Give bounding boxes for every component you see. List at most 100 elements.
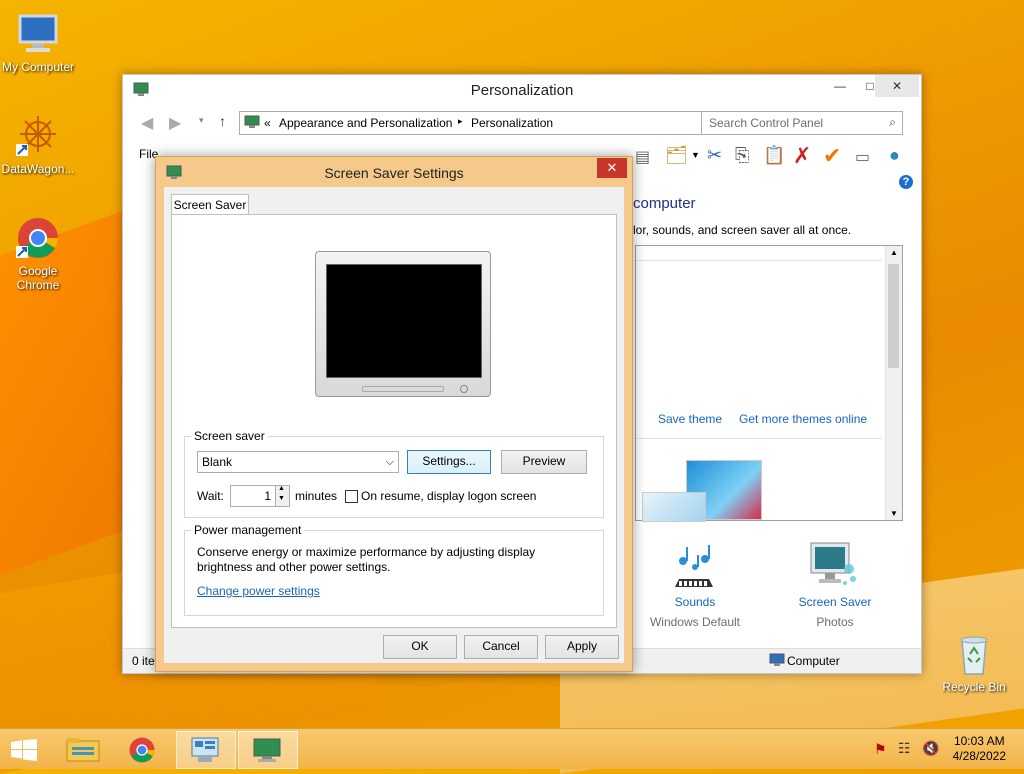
network-icon[interactable]: ☷ bbox=[898, 740, 911, 757]
dialog-body: Screen Saver Screen saver Blank ⌵ Settin… bbox=[164, 187, 624, 663]
group-label: Screen saver bbox=[191, 429, 268, 443]
chrome-icon bbox=[14, 214, 62, 262]
action-center-flag-icon[interactable]: ⚑ bbox=[874, 741, 887, 758]
breadcrumb-overflow[interactable]: « bbox=[264, 116, 271, 130]
recent-pages-icon[interactable]: ▾ bbox=[199, 115, 204, 126]
scroll-thumb[interactable] bbox=[888, 264, 899, 368]
volume-muted-icon[interactable]: 🔇 bbox=[922, 740, 939, 757]
desktop-icon-recycle-bin[interactable]: Recycle Bin bbox=[936, 630, 1012, 694]
checkmark-icon[interactable]: ✔ bbox=[823, 143, 841, 169]
scrollbar[interactable]: ▲ ▼ bbox=[885, 246, 902, 520]
settings-button[interactable]: Settings... bbox=[407, 450, 491, 474]
copy-icon[interactable]: ⎘ bbox=[735, 145, 749, 166]
tab-screen-saver[interactable]: Screen Saver bbox=[171, 194, 249, 215]
taskbar-chrome[interactable] bbox=[114, 731, 172, 767]
chevron-down-icon[interactable]: ▼ bbox=[691, 150, 700, 160]
computer-icon bbox=[14, 10, 62, 58]
breadcrumb-item[interactable]: Personalization bbox=[471, 116, 553, 130]
wait-label: Wait: bbox=[197, 489, 224, 503]
power-led-icon bbox=[460, 385, 468, 393]
tab-panel: Screen saver Blank ⌵ Settings... Preview… bbox=[171, 214, 617, 628]
preview-button[interactable]: Preview bbox=[501, 450, 587, 474]
minimize-button[interactable]: — bbox=[825, 75, 855, 97]
desktop-icon-datawagon[interactable]: DataWagon... bbox=[0, 112, 76, 176]
clock-date: 4/28/2022 bbox=[952, 749, 1006, 763]
taskbar-screen-saver-settings[interactable] bbox=[238, 731, 298, 769]
screen-saver-select[interactable]: Blank ⌵ bbox=[197, 451, 399, 473]
search-placeholder: Search Control Panel bbox=[709, 116, 824, 130]
desktop-icon-label: My Computer bbox=[1, 60, 75, 74]
page-description: lor, sounds, and screen saver all at onc… bbox=[633, 223, 852, 237]
windows-logo-icon bbox=[11, 739, 37, 761]
search-icon[interactable]: ⌕ bbox=[889, 115, 896, 130]
properties-icon[interactable]: 🗂 bbox=[665, 145, 688, 166]
spin-down-icon[interactable]: ▼ bbox=[278, 495, 285, 502]
close-button[interactable]: ✕ bbox=[875, 75, 919, 97]
divider bbox=[636, 438, 882, 439]
screen-saver-icon[interactable] bbox=[809, 539, 859, 592]
monitor-base bbox=[362, 386, 444, 392]
forward-arrow-icon[interactable]: ▶ bbox=[169, 113, 181, 133]
sounds-icon[interactable] bbox=[669, 539, 719, 592]
cut-icon[interactable]: ✂ bbox=[707, 145, 722, 166]
status-zone: Computer bbox=[787, 654, 840, 668]
wait-minutes-input[interactable]: 1 bbox=[230, 485, 276, 507]
wait-spinner[interactable]: ▲ ▼ bbox=[275, 485, 290, 507]
breadcrumb-item[interactable]: Appearance and Personalization bbox=[279, 116, 452, 130]
spin-up-icon[interactable]: ▲ bbox=[278, 485, 285, 492]
monitor-preview bbox=[315, 251, 491, 397]
taskbar-file-explorer[interactable] bbox=[54, 731, 112, 767]
help-icon[interactable]: ? bbox=[899, 175, 913, 189]
screen-saver-group: Screen saver Blank ⌵ Settings... Preview… bbox=[184, 429, 604, 518]
start-button[interactable] bbox=[10, 739, 38, 764]
clock-time: 10:03 AM bbox=[953, 734, 1005, 748]
desktop-icon-label: Recycle Bin bbox=[942, 680, 1006, 694]
system-clock[interactable]: 10:03 AM 4/28/2022 bbox=[953, 734, 1006, 764]
scroll-up-icon[interactable]: ▲ bbox=[890, 248, 898, 257]
desktop-icon-my-computer[interactable]: My Computer bbox=[0, 10, 76, 74]
scroll-down-icon[interactable]: ▼ bbox=[890, 509, 898, 518]
window-title: Personalization bbox=[470, 82, 574, 99]
screen-saver-value: Photos bbox=[816, 615, 854, 629]
theme-thumbnail[interactable] bbox=[642, 492, 706, 522]
taskbar-control-panel[interactable] bbox=[176, 731, 236, 769]
back-arrow-icon[interactable]: ◀ bbox=[141, 113, 153, 133]
screen-preview bbox=[326, 264, 482, 378]
view-icon[interactable]: ▤ bbox=[635, 147, 650, 167]
get-more-themes-link[interactable]: Get more themes online bbox=[739, 412, 867, 426]
cancel-button[interactable]: Cancel bbox=[464, 635, 538, 659]
sounds-link[interactable]: Sounds bbox=[655, 595, 735, 609]
save-theme-link[interactable]: Save theme bbox=[658, 412, 722, 426]
datawagon-icon bbox=[14, 112, 62, 160]
search-input[interactable]: Search Control Panel ⌕ bbox=[701, 111, 903, 135]
page-heading: computer bbox=[633, 195, 696, 212]
paste-icon[interactable]: 📋 bbox=[763, 145, 785, 166]
ok-button[interactable]: OK bbox=[383, 635, 457, 659]
control-panel-icon bbox=[191, 737, 219, 762]
globe-icon[interactable]: ● bbox=[889, 145, 900, 166]
close-button[interactable]: ✕ bbox=[597, 158, 627, 178]
control-panel-icon bbox=[244, 115, 260, 132]
toolbar: ▤ 🗂 ▼ ✂ ⎘ 📋 ✗ ✔ ▭ ● bbox=[635, 143, 915, 171]
group-label: Power management bbox=[191, 523, 305, 537]
breadcrumb-separator-icon: ▸ bbox=[458, 116, 463, 126]
logon-screen-label[interactable]: On resume, display logon screen bbox=[361, 489, 536, 503]
divider bbox=[636, 260, 882, 261]
screen-saver-settings-dialog: Screen Saver Settings ✕ Screen Saver Scr… bbox=[155, 156, 633, 672]
power-management-group: Power management Conserve energy or maxi… bbox=[184, 523, 604, 616]
desktop-icon-label: Google Chrome bbox=[16, 264, 60, 292]
taskbar: ⚑ ☷ 🔇 10:03 AM 4/28/2022 bbox=[0, 728, 1024, 769]
screen-saver-link[interactable]: Screen Saver bbox=[795, 595, 875, 609]
logon-screen-checkbox[interactable] bbox=[345, 490, 358, 503]
apply-button[interactable]: Apply bbox=[545, 635, 619, 659]
up-arrow-icon[interactable]: ↑ bbox=[219, 113, 226, 129]
change-power-settings-link[interactable]: Change power settings bbox=[197, 584, 320, 598]
rename-icon[interactable]: ▭ bbox=[855, 147, 870, 167]
delete-icon[interactable]: ✗ bbox=[793, 143, 811, 169]
chrome-icon bbox=[129, 737, 155, 763]
dialog-title-bar: Screen Saver Settings ✕ bbox=[156, 157, 632, 187]
desktop-icon-chrome[interactable]: Google Chrome bbox=[0, 214, 76, 292]
computer-icon bbox=[769, 653, 785, 670]
theme-list[interactable]: ▲ ▼ Save theme Get more themes online bbox=[635, 245, 903, 522]
chevron-down-icon: ⌵ bbox=[385, 456, 394, 468]
